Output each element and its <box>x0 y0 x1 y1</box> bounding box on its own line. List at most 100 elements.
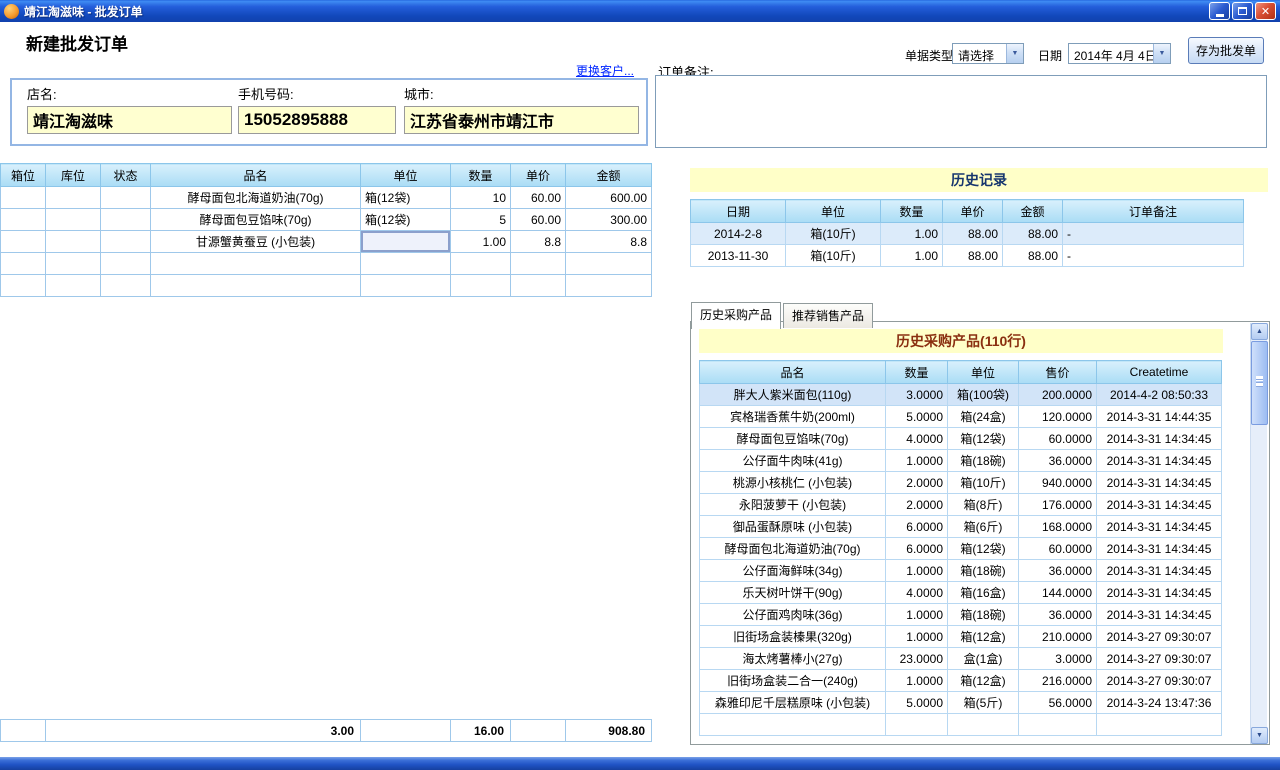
vertical-scrollbar[interactable]: ▲ ▼ <box>1250 323 1267 744</box>
chevron-down-icon[interactable]: ▼ <box>1153 44 1170 63</box>
amount-cell[interactable] <box>566 275 652 297</box>
chevron-down-icon[interactable]: ▼ <box>1006 44 1023 63</box>
unit-cell[interactable] <box>361 253 451 275</box>
price-cell[interactable]: 3.0000 <box>1019 648 1097 670</box>
qty-cell[interactable] <box>886 714 948 736</box>
unit-cell[interactable]: 箱(10斤) <box>948 472 1019 494</box>
qty-cell[interactable]: 6.0000 <box>886 516 948 538</box>
qty-cell[interactable]: 1.00 <box>881 223 943 245</box>
product-name-cell[interactable]: 永阳菠萝干 (小包装) <box>700 494 886 516</box>
phone-input[interactable]: 15052895888 <box>238 106 396 134</box>
tab-purchase-history[interactable]: 历史采购产品 <box>691 302 781 329</box>
createtime-cell[interactable]: 2014-3-31 14:34:45 <box>1097 538 1222 560</box>
product-name-cell[interactable] <box>151 253 361 275</box>
close-button[interactable]: ✕ <box>1255 2 1276 20</box>
unit-cell[interactable]: 箱(12袋) <box>948 428 1019 450</box>
qty-cell[interactable]: 5.0000 <box>886 692 948 714</box>
price-cell[interactable]: 168.0000 <box>1019 516 1097 538</box>
product-name-cell[interactable]: 宾格瑞香蕉牛奶(200ml) <box>700 406 886 428</box>
amount-cell[interactable]: 88.00 <box>1003 223 1063 245</box>
box-position-cell[interactable] <box>1 231 46 253</box>
purchase-history-row[interactable]: 森雅印尼千层糕原味 (小包装)5.0000箱(5斤)56.00002014-3-… <box>700 692 1222 714</box>
minimize-button[interactable] <box>1209 2 1230 20</box>
createtime-cell[interactable]: 2014-4-2 08:50:33 <box>1097 384 1222 406</box>
city-input[interactable]: 江苏省泰州市靖江市 <box>404 106 639 134</box>
status-cell[interactable] <box>101 275 151 297</box>
stock-position-cell[interactable] <box>46 231 101 253</box>
date-cell[interactable]: 2013-11-30 <box>691 245 786 267</box>
createtime-cell[interactable]: 2014-3-27 09:30:07 <box>1097 648 1222 670</box>
price-cell[interactable]: 210.0000 <box>1019 626 1097 648</box>
product-name-cell[interactable]: 海太烤薯棒小(27g) <box>700 648 886 670</box>
price-cell[interactable]: 144.0000 <box>1019 582 1097 604</box>
save-wholesale-button[interactable]: 存为批发单 <box>1188 37 1264 64</box>
order-row[interactable]: 甘源蟹黄蚕豆 (小包装)1.008.88.8 <box>1 231 652 253</box>
qty-cell[interactable]: 2.0000 <box>886 494 948 516</box>
price-cell[interactable]: 216.0000 <box>1019 670 1097 692</box>
unit-cell[interactable] <box>948 714 1019 736</box>
order-row[interactable]: 酵母面包北海道奶油(70g)箱(12袋)1060.00600.00 <box>1 187 652 209</box>
product-name-cell[interactable]: 酵母面包北海道奶油(70g) <box>151 187 361 209</box>
unit-cell[interactable] <box>361 231 451 253</box>
date-cell[interactable]: 2014-2-8 <box>691 223 786 245</box>
createtime-cell[interactable]: 2014-3-24 13:47:36 <box>1097 692 1222 714</box>
qty-cell[interactable]: 1.0000 <box>886 604 948 626</box>
price-cell[interactable]: 60.00 <box>511 187 566 209</box>
product-name-cell[interactable]: 公仔面牛肉味(41g) <box>700 450 886 472</box>
unit-cell[interactable]: 箱(6斤) <box>948 516 1019 538</box>
qty-cell[interactable]: 1.00 <box>881 245 943 267</box>
qty-cell[interactable]: 1.0000 <box>886 670 948 692</box>
price-cell[interactable]: 36.0000 <box>1019 560 1097 582</box>
createtime-cell[interactable]: 2014-3-31 14:34:45 <box>1097 582 1222 604</box>
price-cell[interactable]: 88.00 <box>943 245 1003 267</box>
stock-position-cell[interactable] <box>46 275 101 297</box>
qty-cell[interactable] <box>451 275 511 297</box>
status-cell[interactable] <box>101 209 151 231</box>
order-row[interactable] <box>1 275 652 297</box>
history-row[interactable]: 2014-2-8箱(10斤)1.0088.0088.00- <box>691 223 1244 245</box>
purchase-history-row[interactable]: 酵母面包豆馅味(70g)4.0000箱(12袋)60.00002014-3-31… <box>700 428 1222 450</box>
product-name-cell[interactable]: 御品蛋酥原味 (小包装) <box>700 516 886 538</box>
unit-cell[interactable]: 箱(8斤) <box>948 494 1019 516</box>
product-name-cell[interactable]: 甘源蟹黄蚕豆 (小包装) <box>151 231 361 253</box>
product-name-cell[interactable]: 旧街场盒装榛果(320g) <box>700 626 886 648</box>
price-cell[interactable] <box>511 275 566 297</box>
createtime-cell[interactable]: 2014-3-31 14:34:45 <box>1097 494 1222 516</box>
createtime-cell[interactable] <box>1097 714 1222 736</box>
order-row[interactable]: 酵母面包豆馅味(70g)箱(12袋)560.00300.00 <box>1 209 652 231</box>
amount-cell[interactable]: 8.8 <box>566 231 652 253</box>
status-cell[interactable] <box>101 253 151 275</box>
history-row[interactable]: 2013-11-30箱(10斤)1.0088.0088.00- <box>691 245 1244 267</box>
price-cell[interactable]: 88.00 <box>943 223 1003 245</box>
unit-cell[interactable]: 箱(24盒) <box>948 406 1019 428</box>
createtime-cell[interactable]: 2014-3-31 14:34:45 <box>1097 560 1222 582</box>
price-cell[interactable]: 56.0000 <box>1019 692 1097 714</box>
product-name-cell[interactable]: 森雅印尼千层糕原味 (小包装) <box>700 692 886 714</box>
stock-position-cell[interactable] <box>46 209 101 231</box>
box-position-cell[interactable] <box>1 253 46 275</box>
unit-cell[interactable]: 箱(12袋) <box>361 187 451 209</box>
price-cell[interactable]: 940.0000 <box>1019 472 1097 494</box>
unit-cell[interactable]: 箱(5斤) <box>948 692 1019 714</box>
purchase-history-row[interactable]: 酵母面包北海道奶油(70g)6.0000箱(12袋)60.00002014-3-… <box>700 538 1222 560</box>
change-customer-link[interactable]: 更换客户... <box>576 62 634 79</box>
price-cell[interactable]: 60.0000 <box>1019 428 1097 450</box>
box-position-cell[interactable] <box>1 275 46 297</box>
product-name-cell[interactable]: 酵母面包北海道奶油(70g) <box>700 538 886 560</box>
unit-cell[interactable]: 箱(12袋) <box>948 538 1019 560</box>
qty-cell[interactable] <box>451 253 511 275</box>
unit-cell[interactable]: 箱(18碗) <box>948 604 1019 626</box>
order-remark-textarea[interactable] <box>655 75 1267 148</box>
purchase-history-row[interactable]: 胖大人紫米面包(110g)3.0000箱(100袋)200.00002014-4… <box>700 384 1222 406</box>
product-name-cell[interactable]: 桃源小核桃仁 (小包装) <box>700 472 886 494</box>
unit-cell[interactable]: 箱(12盒) <box>948 626 1019 648</box>
createtime-cell[interactable]: 2014-3-31 14:34:45 <box>1097 428 1222 450</box>
product-name-cell[interactable]: 乐天树叶饼干(90g) <box>700 582 886 604</box>
amount-cell[interactable] <box>566 253 652 275</box>
price-cell[interactable]: 8.8 <box>511 231 566 253</box>
product-name-cell[interactable]: 公仔面鸡肉味(36g) <box>700 604 886 626</box>
purchase-history-row[interactable]: 公仔面鸡肉味(36g)1.0000箱(18碗)36.00002014-3-31 … <box>700 604 1222 626</box>
createtime-cell[interactable]: 2014-3-31 14:34:45 <box>1097 516 1222 538</box>
purchase-history-row[interactable]: 乐天树叶饼干(90g)4.0000箱(16盒)144.00002014-3-31… <box>700 582 1222 604</box>
scroll-down-icon[interactable]: ▼ <box>1251 727 1268 744</box>
